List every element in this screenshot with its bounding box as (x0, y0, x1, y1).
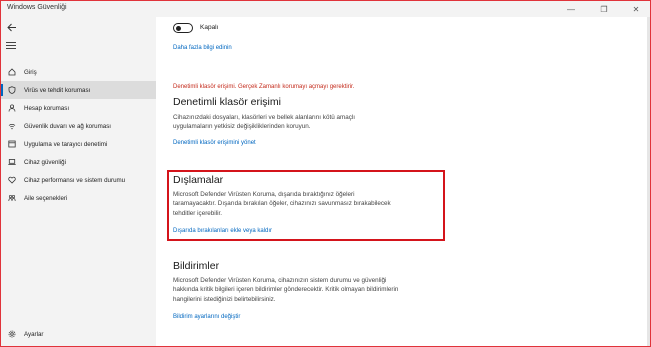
app-browser-icon (6, 140, 18, 148)
sidebar-item-label: Aile seçenekleri (24, 194, 68, 202)
exclusions-heading: Dışlamalar (173, 174, 224, 186)
notifications-heading: Bildirimler (173, 260, 220, 272)
sidebar-item-device-security[interactable]: Cihaz güvenliği (1, 153, 156, 171)
notification-settings-link[interactable]: Bildirim ayarlarını değiştir (173, 314, 240, 320)
toggle-knob (176, 25, 181, 31)
scrollbar[interactable] (647, 17, 650, 346)
windows-security-window: Windows Güvenliği — ❐ ✕ Giriş Virüs ve t… (0, 0, 651, 347)
more-info-link[interactable]: Daha fazla bilgi edinin (173, 45, 232, 51)
sidebar: Giriş Virüs ve tehdit koruması Hesap kor… (1, 17, 156, 346)
hamburger-menu-button[interactable] (6, 42, 16, 50)
cfa-heading: Denetimli klasör erişimi (173, 96, 281, 108)
cfa-description: Cihazınızdaki dosyaları, klasörleri ve b… (173, 114, 355, 131)
exclusions-description: Microsoft Defender Virüsten Koruma, dışa… (173, 191, 391, 217)
person-icon (6, 104, 18, 112)
hamburger-line (6, 45, 16, 46)
sidebar-item-label: Cihaz performansı ve sistem durumu (24, 176, 126, 184)
title-bar: Windows Güvenliği — ❐ ✕ (1, 1, 650, 17)
realtime-protection-toggle[interactable] (173, 23, 193, 33)
sidebar-item-label: Ayarlar (24, 330, 44, 338)
minimize-button[interactable]: — (558, 1, 584, 17)
back-button[interactable] (5, 21, 19, 33)
sidebar-item-app-browser-control[interactable]: Uygulama ve tarayıcı denetimi (1, 135, 156, 153)
sidebar-item-family-options[interactable]: Aile seçenekleri (1, 189, 156, 207)
home-icon (6, 68, 18, 76)
heart-icon (6, 176, 18, 184)
main-content: Kapalı Daha fazla bilgi edinin Denetimli… (156, 17, 650, 346)
close-button[interactable]: ✕ (623, 1, 649, 17)
sidebar-item-home[interactable]: Giriş (1, 63, 156, 81)
sidebar-item-label: Giriş (24, 68, 37, 76)
shield-icon (6, 86, 18, 94)
sidebar-item-settings[interactable]: Ayarlar (1, 325, 156, 343)
sidebar-item-virus-protection[interactable]: Virüs ve tehdit koruması (1, 81, 156, 99)
cfa-manage-link[interactable]: Denetimli klasör erişimini yönet (173, 140, 256, 146)
exclusions-add-remove-link[interactable]: Dışarıda bırakılanları ekle veya kaldır (173, 228, 272, 234)
sidebar-item-label: Cihaz güvenliği (24, 158, 66, 166)
sidebar-item-label: Virüs ve tehdit koruması (24, 86, 91, 94)
window-title: Windows Güvenliği (7, 4, 67, 11)
toggle-state-label: Kapalı (200, 24, 219, 31)
restore-button[interactable]: ❐ (591, 1, 617, 17)
back-arrow-icon (7, 23, 16, 31)
sidebar-item-label: Güvenlik duvarı ve ağ koruması (24, 122, 112, 130)
sidebar-item-label: Hesap koruması (24, 104, 70, 112)
family-icon (6, 194, 18, 202)
sidebar-item-label: Uygulama ve tarayıcı denetimi (24, 140, 108, 148)
sidebar-item-firewall[interactable]: Güvenlik duvarı ve ağ koruması (1, 117, 156, 135)
hamburger-line (6, 42, 16, 43)
wifi-icon (6, 122, 18, 130)
notifications-description: Microsoft Defender Virüsten Koruma, ciha… (173, 277, 399, 303)
sidebar-item-device-performance[interactable]: Cihaz performansı ve sistem durumu (1, 171, 156, 189)
warning-text: Denetimli klasör erişimi. Gerçek Zamanlı… (173, 84, 355, 90)
sidebar-item-account-protection[interactable]: Hesap koruması (1, 99, 156, 117)
laptop-icon (6, 158, 18, 166)
gear-icon (6, 330, 18, 338)
hamburger-line (6, 48, 16, 49)
